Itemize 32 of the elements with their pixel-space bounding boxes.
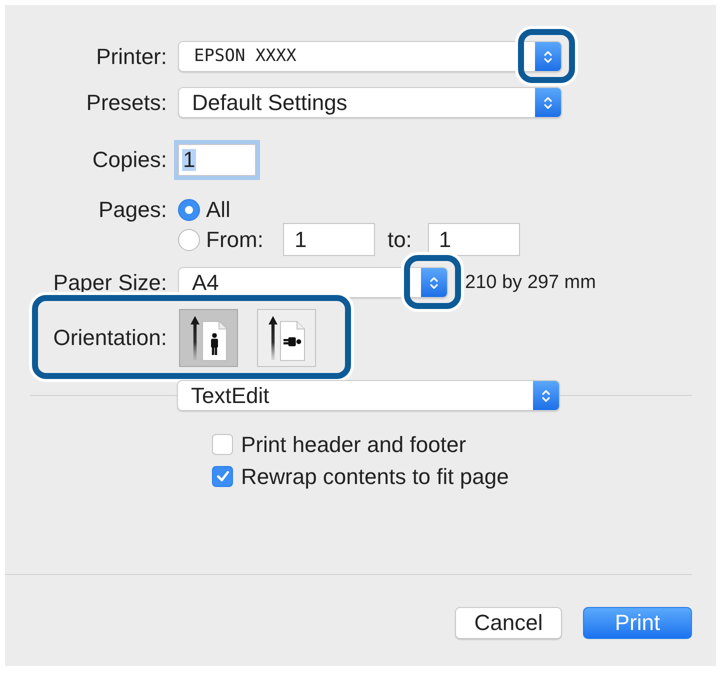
field-label: Printer: bbox=[96, 46, 167, 68]
portrait-page-icon bbox=[190, 316, 227, 360]
checkmark-icon bbox=[216, 471, 228, 482]
printer-popup[interactable]: EPSON XXXX bbox=[178, 41, 562, 72]
cancel-button[interactable]: Cancel bbox=[455, 607, 562, 639]
checkbox-label: Print header and footer bbox=[241, 434, 466, 456]
landscape-page-icon bbox=[268, 316, 305, 360]
paper-dimensions: 210 by 297 mm bbox=[465, 273, 596, 292]
orientation-button[interactable] bbox=[179, 309, 238, 367]
checkbox[interactable] bbox=[212, 466, 233, 487]
field-label: Copies: bbox=[92, 149, 167, 171]
stepper-icon bbox=[535, 88, 561, 117]
radio-button[interactable] bbox=[178, 199, 200, 221]
field-label: to: bbox=[387, 228, 412, 250]
page-to-field[interactable]: 1 bbox=[428, 223, 520, 256]
app-settings-popup[interactable]: TextEdit bbox=[177, 380, 560, 411]
field-label: Paper Size: bbox=[53, 272, 167, 294]
field-label: Presets: bbox=[86, 92, 167, 114]
selected-value: 1 bbox=[182, 149, 196, 171]
checkbox[interactable] bbox=[212, 434, 233, 455]
radio-label: From: bbox=[206, 228, 264, 250]
field-label: Orientation: bbox=[53, 327, 167, 349]
stepper-icon bbox=[535, 42, 561, 71]
stepper-icon bbox=[421, 268, 447, 297]
field-label: Pages: bbox=[98, 199, 167, 221]
page-from-field[interactable]: 1 bbox=[283, 223, 376, 256]
radio-button[interactable] bbox=[178, 228, 200, 250]
radio-label: All bbox=[206, 199, 230, 221]
orientation-button[interactable] bbox=[257, 309, 316, 367]
presets-popup[interactable]: Default Settings bbox=[178, 87, 562, 118]
stepper-icon bbox=[533, 381, 559, 410]
checkbox-label: Rewrap contents to fit page bbox=[241, 466, 509, 488]
